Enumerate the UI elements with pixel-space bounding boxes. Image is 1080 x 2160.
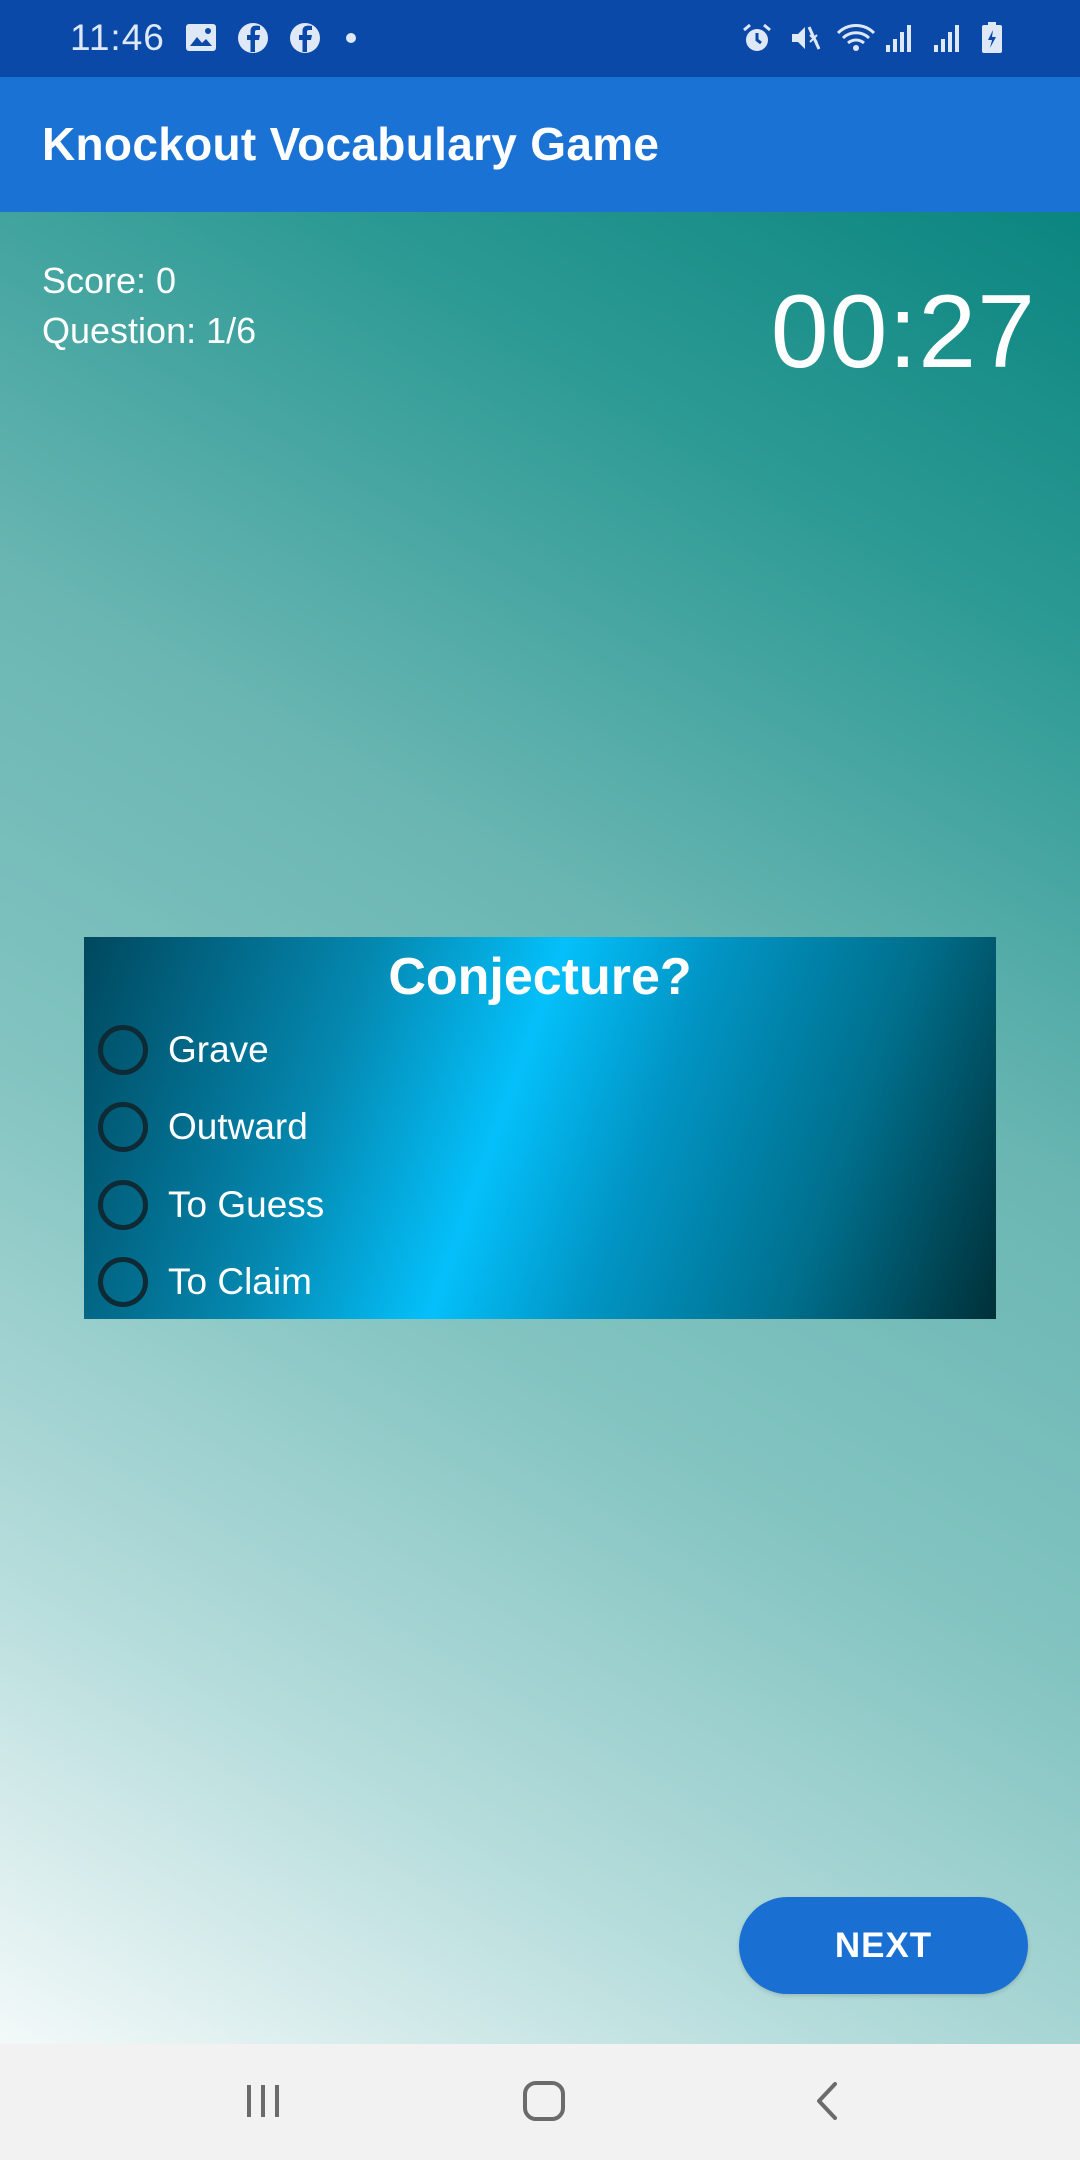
facebook-icon [236, 21, 270, 55]
recents-icon [241, 2081, 285, 2126]
image-icon [184, 21, 218, 55]
option-grave[interactable]: Grave [98, 1020, 269, 1080]
back-icon [811, 2080, 843, 2127]
option-label: To Claim [168, 1261, 312, 1302]
home-button[interactable] [514, 2078, 574, 2128]
option-label: Outward [168, 1106, 308, 1147]
recents-button[interactable] [233, 2078, 293, 2128]
navigation-bar [0, 2044, 1080, 2160]
app-title: Knockout Vocabulary Game [42, 118, 660, 170]
app-bar: Knockout Vocabulary Game [0, 77, 1080, 212]
back-button[interactable] [797, 2078, 857, 2128]
question-counter: Question: 1/6 [42, 310, 257, 351]
countdown-timer: 00:27 [770, 274, 1036, 390]
radio-button[interactable] [98, 1102, 148, 1152]
question-card: Conjecture? Grave Outward To Guess To Cl… [84, 937, 996, 1319]
score-text: Score: 0 [42, 260, 177, 301]
status-bar: 11:46 [0, 0, 1080, 77]
question-word: Conjecture? [388, 948, 692, 1006]
option-label: Grave [168, 1029, 269, 1070]
status-time: 11:46 [70, 17, 165, 58]
facebook-icon [288, 21, 322, 55]
mute-icon [788, 21, 822, 55]
radio-button[interactable] [98, 1257, 148, 1307]
signal-icon [884, 21, 918, 55]
option-to-claim[interactable]: To Claim [98, 1252, 312, 1312]
status-left-icons [184, 21, 356, 55]
radio-button[interactable] [98, 1180, 148, 1230]
game-area: Score: 0 Question: 1/6 00:27 Conjecture?… [0, 212, 1080, 2044]
home-icon [521, 2080, 567, 2127]
signal-icon [932, 21, 966, 55]
next-button[interactable]: NEXT [739, 1897, 1028, 1994]
wifi-icon [836, 21, 876, 55]
alarm-icon [740, 21, 774, 55]
option-label: To Guess [168, 1184, 325, 1225]
option-to-guess[interactable]: To Guess [98, 1175, 324, 1235]
radio-button[interactable] [98, 1025, 148, 1075]
notification-dot-icon [346, 33, 356, 43]
option-outward[interactable]: Outward [98, 1097, 308, 1157]
status-right-icons [740, 21, 1014, 55]
battery-icon [980, 21, 1014, 55]
